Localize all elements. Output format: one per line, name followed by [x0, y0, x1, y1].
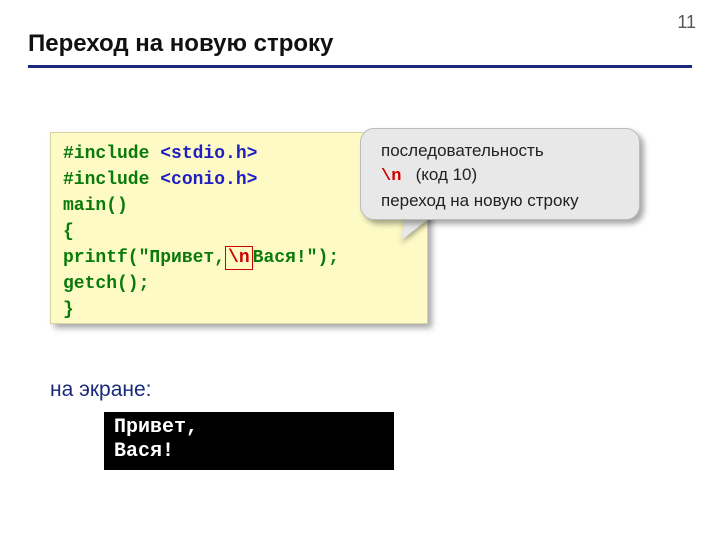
title-rule	[28, 65, 692, 68]
screen-label: на экране:	[50, 378, 151, 402]
callout-line1: последовательность	[381, 139, 623, 163]
escape-highlight: \n	[225, 246, 253, 270]
code-line4: {	[63, 222, 74, 242]
callout-line3: переход на новую строку	[381, 189, 623, 213]
page-number: 11	[677, 12, 696, 33]
code-header2: <conio.h>	[160, 170, 257, 190]
callout-code-info: (код 10)	[416, 165, 478, 184]
code-include1a: #include	[63, 144, 160, 164]
code-line7: }	[63, 300, 74, 320]
code-line5b: Вася!");	[253, 248, 339, 268]
callout-escape: \n	[381, 167, 401, 186]
code-header1: <stdio.h>	[160, 144, 257, 164]
slide-title: Переход на новую строку	[28, 30, 333, 58]
code-line6: getch();	[63, 274, 149, 294]
output-console: Привет, Вася!	[104, 412, 394, 470]
code-line3: main()	[63, 196, 128, 216]
code-include2a: #include	[63, 170, 160, 190]
callout-box: последовательность \n (код 10) переход н…	[360, 128, 640, 220]
code-line5a: printf("Привет,	[63, 248, 225, 268]
